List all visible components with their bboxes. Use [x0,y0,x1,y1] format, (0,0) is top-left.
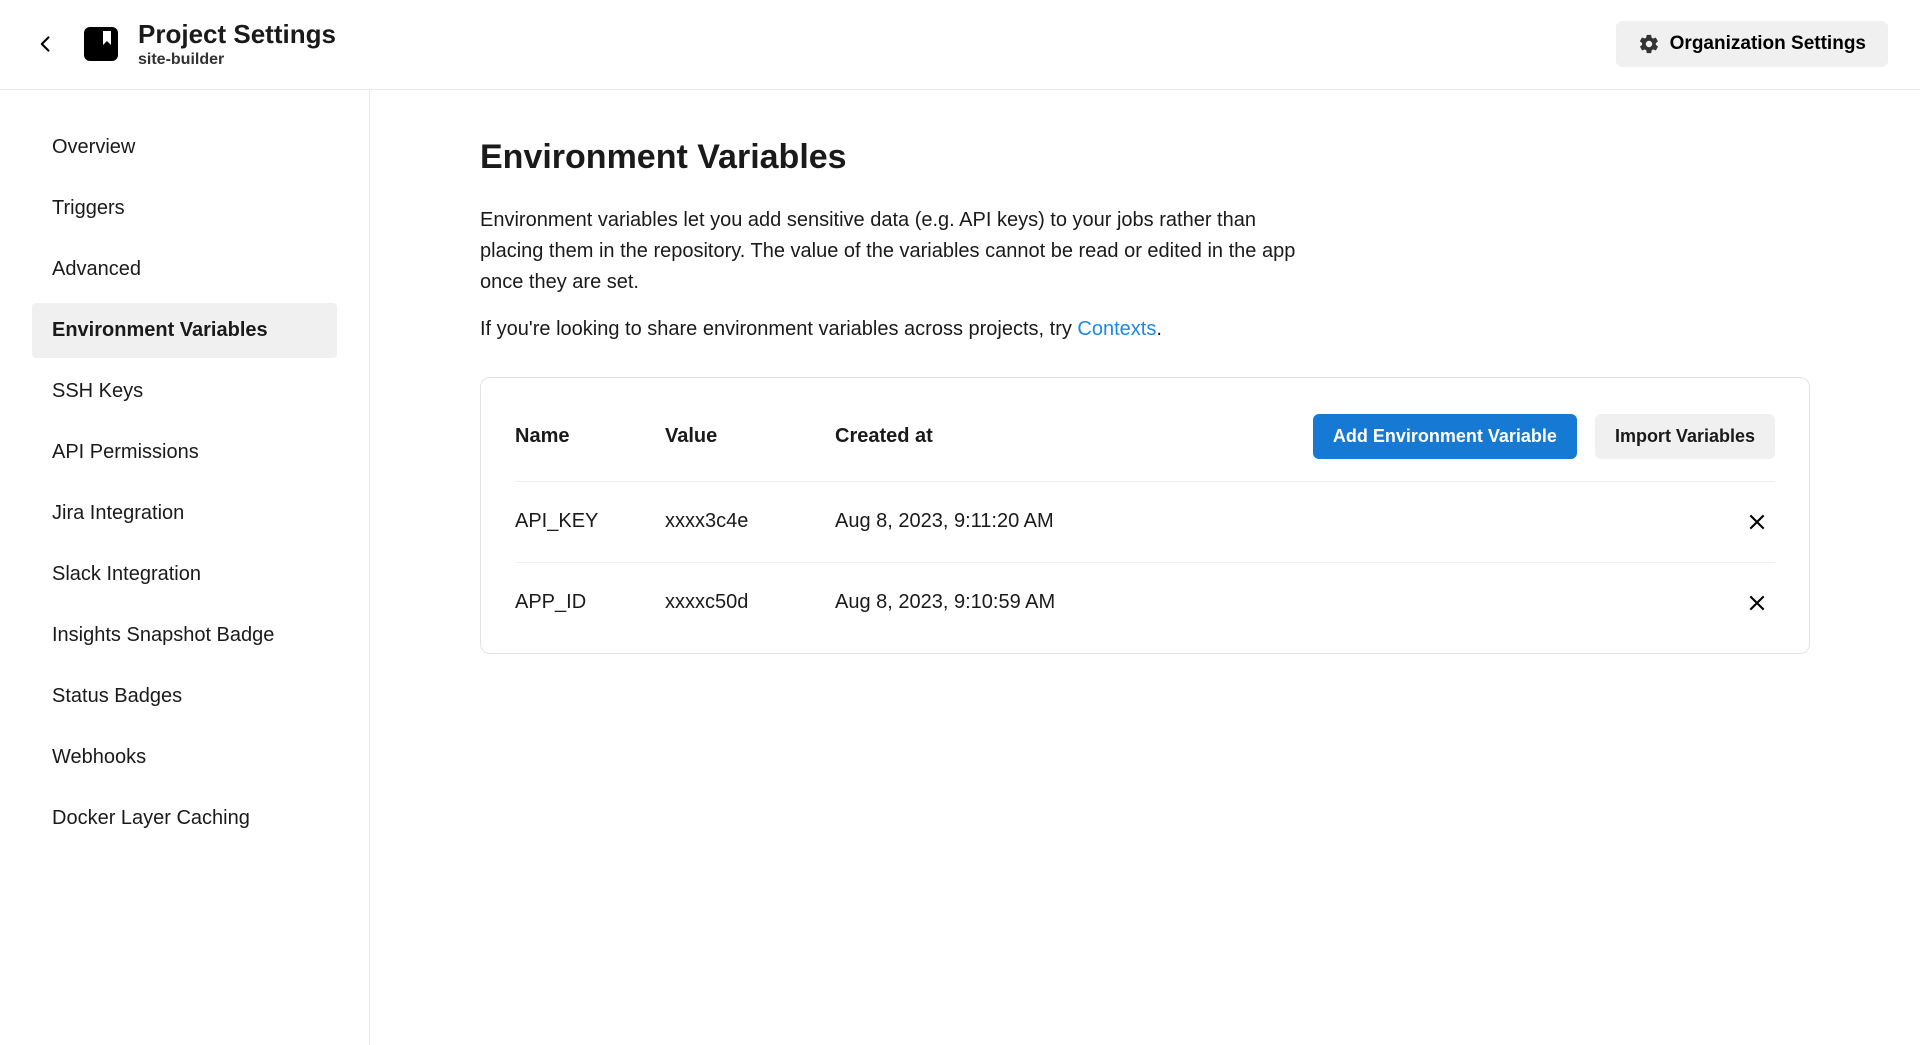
sidebar-item-label: Environment Variables [52,319,268,341]
back-button[interactable] [28,26,64,62]
sidebar-item-label: Overview [52,136,135,158]
gear-icon [1638,33,1660,55]
share-hint: If you're looking to share environment v… [480,318,1810,341]
sidebar-item-label: Jira Integration [52,502,184,524]
cell-created: Aug 8, 2023, 9:11:20 AM [835,510,1739,533]
sidebar: Overview Triggers Advanced Environment V… [0,90,370,1045]
section-heading: Environment Variables [480,138,1810,177]
contexts-link[interactable]: Contexts [1077,318,1156,340]
organization-settings-button[interactable]: Organization Settings [1616,21,1888,67]
sidebar-item-label: Advanced [52,258,141,280]
sidebar-item-advanced[interactable]: Advanced [32,242,337,297]
column-header-name: Name [515,425,665,448]
column-header-created: Created at [835,425,1313,448]
sidebar-item-insights-snapshot-badge[interactable]: Insights Snapshot Badge [32,608,337,663]
sidebar-item-environment-variables[interactable]: Environment Variables [32,303,337,358]
share-hint-suffix: . [1156,318,1162,340]
project-icon [84,27,118,61]
sidebar-item-overview[interactable]: Overview [32,120,337,175]
import-variables-button[interactable]: Import Variables [1595,414,1775,459]
sidebar-item-ssh-keys[interactable]: SSH Keys [32,364,337,419]
cell-name: APP_ID [515,591,665,614]
sidebar-item-docker-layer-caching[interactable]: Docker Layer Caching [32,791,337,846]
sidebar-item-status-badges[interactable]: Status Badges [32,669,337,724]
close-icon [1747,512,1767,532]
bookmark-icon [101,31,113,47]
sidebar-item-api-permissions[interactable]: API Permissions [32,425,337,480]
sidebar-item-label: API Permissions [52,441,199,463]
organization-settings-label: Organization Settings [1670,33,1866,55]
cell-created: Aug 8, 2023, 9:10:59 AM [835,591,1739,614]
table-row: API_KEY xxxx3c4e Aug 8, 2023, 9:11:20 AM [515,482,1775,563]
table-header-actions: Add Environment Variable Import Variable… [1313,414,1775,459]
chevron-left-icon [36,34,56,54]
close-icon [1747,593,1767,613]
title-block: Project Settings site-builder [138,20,336,69]
sidebar-item-label: Triggers [52,197,125,219]
sidebar-item-label: Status Badges [52,685,182,707]
section-description: Environment variables let you add sensit… [480,205,1310,298]
column-header-value: Value [665,425,835,448]
sidebar-item-webhooks[interactable]: Webhooks [32,730,337,785]
cell-value: xxxx3c4e [665,510,835,533]
page-title: Project Settings [138,20,336,49]
delete-variable-button[interactable] [1739,504,1775,540]
add-environment-variable-button[interactable]: Add Environment Variable [1313,414,1577,459]
cell-name: API_KEY [515,510,665,533]
cell-value: xxxxc50d [665,591,835,614]
env-vars-card: Name Value Created at Add Environment Va… [480,377,1810,654]
sidebar-item-label: Webhooks [52,746,146,768]
sidebar-item-label: Insights Snapshot Badge [52,624,274,646]
topbar-left: Project Settings site-builder [28,20,336,69]
body: Overview Triggers Advanced Environment V… [0,90,1920,1045]
table-row: APP_ID xxxxc50d Aug 8, 2023, 9:10:59 AM [515,563,1775,643]
sidebar-item-slack-integration[interactable]: Slack Integration [32,547,337,602]
table-header: Name Value Created at Add Environment Va… [515,400,1775,482]
sidebar-item-label: Docker Layer Caching [52,807,250,829]
sidebar-item-label: SSH Keys [52,380,143,402]
sidebar-item-label: Slack Integration [52,563,201,585]
sidebar-item-triggers[interactable]: Triggers [32,181,337,236]
project-name: site-builder [138,51,336,69]
topbar: Project Settings site-builder Organizati… [0,0,1920,90]
delete-variable-button[interactable] [1739,585,1775,621]
share-hint-prefix: If you're looking to share environment v… [480,318,1077,340]
main: Environment Variables Environment variab… [370,90,1920,1045]
sidebar-item-jira-integration[interactable]: Jira Integration [32,486,337,541]
